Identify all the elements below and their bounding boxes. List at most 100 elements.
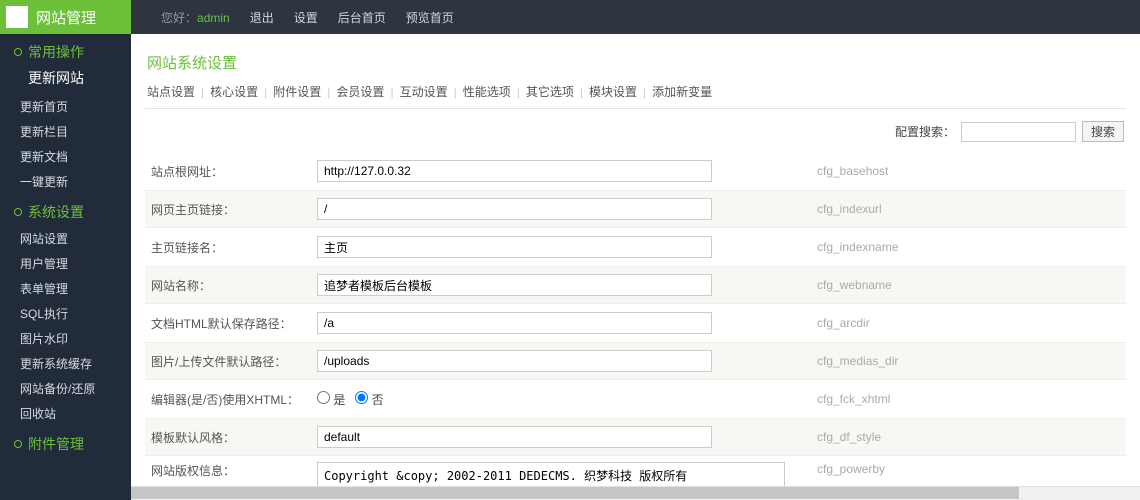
sidebar-group-title[interactable]: 常用操作 <box>0 34 131 66</box>
radio-input[interactable] <box>317 391 330 404</box>
config-key: cfg_powerby <box>807 462 1124 476</box>
config-field <box>317 198 807 220</box>
current-user: admin <box>197 11 230 25</box>
topbar-link[interactable]: 退出 <box>250 11 274 25</box>
topbar: 您好：admin 退出 设置 后台首页 预览首页 <box>131 0 1140 34</box>
config-field <box>317 462 807 486</box>
config-key: cfg_indexurl <box>807 202 1124 216</box>
config-key: cfg_basehost <box>807 164 1124 178</box>
sidebar-item[interactable]: 网站设置 <box>0 226 131 251</box>
tab-separator: | <box>448 85 463 99</box>
sidebar: 网站管理 常用操作更新网站更新首页更新栏目更新文档一键更新系统设置网站设置用户管… <box>0 0 131 500</box>
config-textarea[interactable] <box>317 462 785 486</box>
config-label: 编辑器(是/否)使用XHTML： <box>147 391 317 408</box>
config-label: 网页主页链接： <box>147 201 317 218</box>
sidebar-item[interactable]: 用户管理 <box>0 251 131 276</box>
settings-tab[interactable]: 性能选项 <box>463 85 511 99</box>
config-row: 文档HTML默认保存路径： cfg_arcdir <box>145 304 1126 342</box>
config-field <box>317 236 807 258</box>
radio-option[interactable]: 否 <box>355 393 383 407</box>
tab-separator: | <box>258 85 273 99</box>
config-search-button[interactable]: 搜索 <box>1082 121 1124 142</box>
config-label: 网站名称： <box>147 277 317 294</box>
sidebar-item[interactable]: 更新系统缓存 <box>0 351 131 376</box>
sidebar-group-title[interactable]: 系统设置 <box>0 194 131 226</box>
config-input[interactable] <box>317 160 712 182</box>
tab-separator: | <box>195 85 210 99</box>
config-key: cfg_arcdir <box>807 316 1124 330</box>
sidebar-header: 网站管理 <box>0 0 131 34</box>
sidebar-item[interactable]: 更新栏目 <box>0 119 131 144</box>
settings-tab[interactable]: 附件设置 <box>273 85 321 99</box>
config-row: 图片/上传文件默认路径： cfg_medias_dir <box>145 342 1126 380</box>
topbar-greeting: 您好：admin <box>161 9 230 26</box>
config-key: cfg_webname <box>807 278 1124 292</box>
tab-separator: | <box>384 85 399 99</box>
config-key: cfg_df_style <box>807 430 1124 444</box>
config-label: 文档HTML默认保存路径： <box>147 315 317 332</box>
sidebar-item[interactable]: 更新文档 <box>0 144 131 169</box>
config-label: 站点根网址： <box>147 163 317 180</box>
config-field <box>317 160 807 182</box>
config-input[interactable] <box>317 274 712 296</box>
config-field <box>317 350 807 372</box>
sidebar-item[interactable]: 图片水印 <box>0 326 131 351</box>
config-input[interactable] <box>317 312 712 334</box>
config-search-label: 配置搜索： <box>895 123 955 140</box>
radio-option[interactable]: 是 <box>317 393 345 407</box>
sidebar-title: 网站管理 <box>36 7 96 28</box>
settings-tab[interactable]: 互动设置 <box>400 85 448 99</box>
config-row: 模板默认风格： cfg_df_style <box>145 418 1126 456</box>
config-row: 编辑器(是/否)使用XHTML： 是 否cfg_fck_xhtml <box>145 380 1126 418</box>
sidebar-item[interactable]: 一键更新 <box>0 169 131 194</box>
settings-tab[interactable]: 其它选项 <box>526 85 574 99</box>
config-input[interactable] <box>317 236 712 258</box>
sidebar-group-title[interactable]: 附件管理 <box>0 426 131 458</box>
config-search-row: 配置搜索： 搜索 <box>145 115 1126 152</box>
config-field <box>317 312 807 334</box>
config-key: cfg_fck_xhtml <box>807 392 1124 406</box>
config-label: 模板默认风格： <box>147 429 317 446</box>
config-label: 主页链接名： <box>147 239 317 256</box>
content-area: 网站系统设置 站点设置|核心设置|附件设置|会员设置|互动设置|性能选项|其它选… <box>131 34 1140 486</box>
tab-separator: | <box>321 85 336 99</box>
config-input[interactable] <box>317 350 712 372</box>
topbar-link[interactable]: 预览首页 <box>406 11 454 25</box>
config-input[interactable] <box>317 426 712 448</box>
settings-tab[interactable]: 站点设置 <box>147 85 195 99</box>
tab-separator: | <box>637 85 652 99</box>
config-key: cfg_medias_dir <box>807 354 1124 368</box>
topbar-link[interactable]: 设置 <box>294 11 318 25</box>
settings-tab[interactable]: 添加新变量 <box>652 85 712 99</box>
tab-separator: | <box>511 85 526 99</box>
settings-tab[interactable]: 模块设置 <box>589 85 637 99</box>
avatar-icon <box>6 6 28 28</box>
config-row: 主页链接名： cfg_indexname <box>145 228 1126 266</box>
config-label: 图片/上传文件默认路径： <box>147 353 317 370</box>
sidebar-item[interactable]: 更新网站 <box>0 66 131 94</box>
config-row: 站点根网址： cfg_basehost <box>145 152 1126 190</box>
config-row: 网站名称： cfg_webname <box>145 266 1126 304</box>
settings-tab[interactable]: 核心设置 <box>210 85 258 99</box>
tabs-bar: 站点设置|核心设置|附件设置|会员设置|互动设置|性能选项|其它选项|模块设置|… <box>145 83 1126 109</box>
radio-input[interactable] <box>355 391 368 404</box>
page-title: 网站系统设置 <box>145 48 1126 83</box>
config-row: 网页主页链接： cfg_indexurl <box>145 190 1126 228</box>
config-search-input[interactable] <box>961 122 1076 142</box>
settings-tab[interactable]: 会员设置 <box>336 85 384 99</box>
scrollbar-thumb[interactable] <box>131 487 1019 499</box>
sidebar-item[interactable]: 回收站 <box>0 401 131 426</box>
sidebar-item[interactable]: 表单管理 <box>0 276 131 301</box>
sidebar-item[interactable]: SQL执行 <box>0 301 131 326</box>
config-label: 网站版权信息： <box>147 462 317 479</box>
config-field <box>317 274 807 296</box>
horizontal-scrollbar[interactable] <box>131 486 1140 500</box>
topbar-link[interactable]: 后台首页 <box>338 11 386 25</box>
sidebar-item[interactable]: 网站备份/还原 <box>0 376 131 401</box>
config-key: cfg_indexname <box>807 240 1124 254</box>
sidebar-item[interactable]: 更新首页 <box>0 94 131 119</box>
config-field: 是 否 <box>317 391 807 408</box>
config-field <box>317 426 807 448</box>
config-row: 网站版权信息： cfg_powerby <box>145 456 1126 486</box>
config-input[interactable] <box>317 198 712 220</box>
